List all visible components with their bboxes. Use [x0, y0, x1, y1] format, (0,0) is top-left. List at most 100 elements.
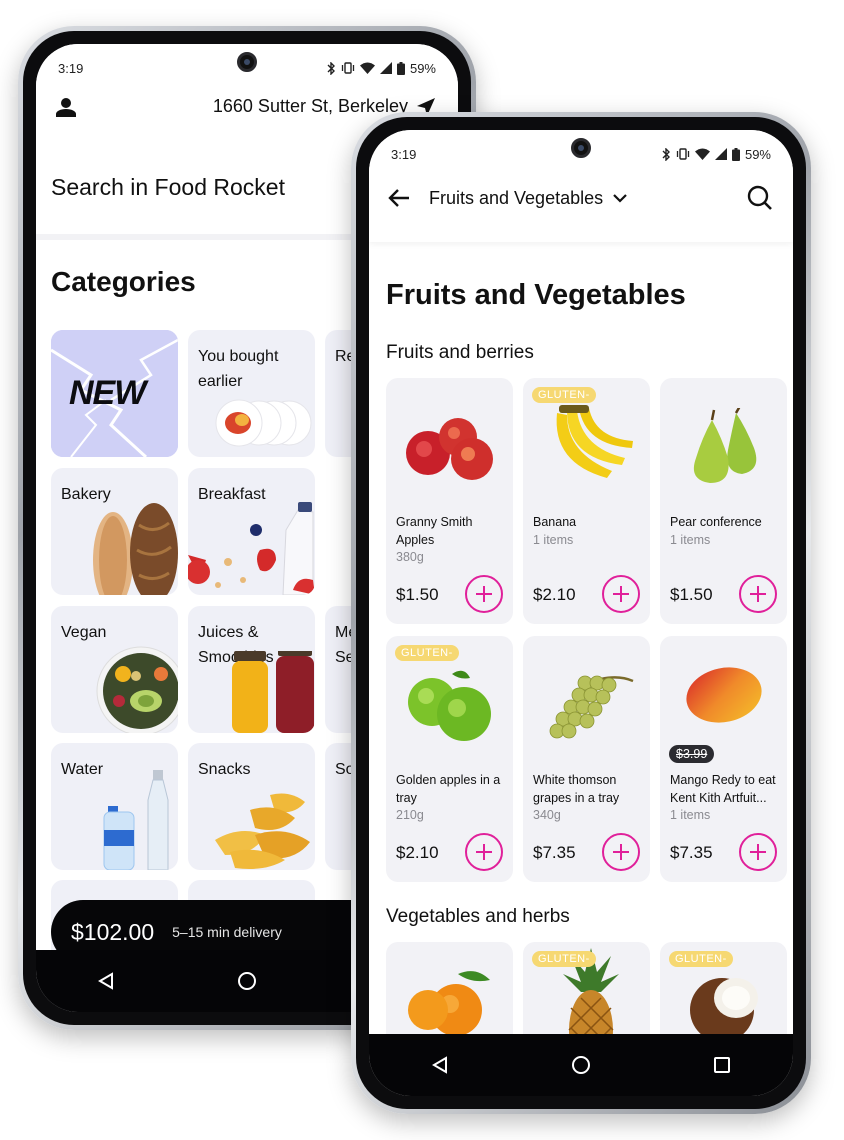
product-card[interactable]: GLUTEN- [523, 942, 650, 1034]
add-to-cart-button[interactable] [739, 575, 777, 613]
toolbar: Fruits and Vegetables [387, 182, 773, 214]
old-price: $3.99 [669, 745, 715, 763]
recents-nav-button[interactable] [708, 1051, 736, 1079]
back-nav-button[interactable] [426, 1051, 454, 1079]
system-nav-bar [369, 1034, 793, 1096]
product-qty: 380g [396, 550, 424, 564]
product-card[interactable]: Granny Smith Apples 380g $1.50 [386, 378, 513, 624]
category-tile-water[interactable]: Water [51, 743, 178, 870]
category-tile-breakfast[interactable]: Breakfast [188, 468, 315, 595]
wifi-icon [694, 148, 710, 160]
product-qty: 1 items [670, 808, 711, 822]
product-card[interactable] [386, 942, 513, 1034]
milk-berries-icon [188, 502, 315, 595]
product-price: $1.50 [670, 585, 713, 604]
category-tile-bought-earlier[interactable]: You bought earlier [188, 330, 315, 457]
category-tile-new[interactable]: NEW [51, 330, 178, 457]
search-icon[interactable] [747, 185, 773, 211]
add-to-cart-button[interactable] [465, 575, 503, 613]
red-apples-icon [405, 418, 493, 480]
signal-icon [379, 62, 392, 74]
product-qty: 210g [396, 808, 424, 822]
plus-icon [613, 844, 629, 860]
product-name: Pear conference [670, 515, 762, 529]
signal-icon [714, 148, 727, 160]
tangerine-icon [408, 971, 490, 1034]
battery-level: 59% [744, 146, 771, 162]
product-card[interactable]: White thomson grapes in a tray 340g $7.35 [523, 636, 650, 882]
apple-plates-icon [215, 399, 312, 447]
product-price: $2.10 [396, 843, 439, 862]
category-tile-vegan[interactable]: Vegan [51, 606, 178, 733]
bluetooth-icon [327, 61, 335, 75]
product-price: $7.35 [670, 843, 713, 862]
home-circle-icon [571, 1056, 590, 1074]
home-nav-button[interactable] [233, 967, 261, 995]
banana-icon [556, 405, 633, 478]
plus-icon [750, 844, 766, 860]
product-price: $2.10 [533, 585, 576, 604]
category-screen: 3:19 59% Fruits and Vegetables Fruits an… [369, 130, 793, 1096]
profile-icon[interactable] [56, 97, 76, 117]
cart-delivery: 5–15 min delivery [172, 924, 282, 940]
category-tile-snacks[interactable]: Snacks [188, 743, 315, 870]
back-triangle-icon [431, 1056, 447, 1074]
product-card[interactable]: $3.99 Mango Redy to eat Kent Kith Artfui… [660, 636, 787, 882]
vibrate-icon [341, 62, 355, 74]
address-row: 1660 Sutter St, Berkeley [56, 96, 436, 117]
camera-icon [237, 52, 257, 72]
category-tile-juices[interactable]: Juices & Smoothies [188, 606, 315, 733]
green-apples-icon [407, 670, 491, 741]
product-name: Mango Redy to eat Kent Kith Artfuit... [670, 773, 776, 805]
categories-title: Categories [51, 266, 196, 297]
category-tile-bakery[interactable]: Bakery [51, 468, 178, 595]
camera-icon [571, 138, 591, 158]
vibrate-icon [676, 148, 690, 160]
chips-icon [215, 793, 310, 869]
product-list: Fruits and Vegetables Fruits and berries… [369, 242, 793, 1034]
add-to-cart-button[interactable] [602, 833, 640, 871]
gluten-free-badge: GLUTEN- [532, 951, 596, 967]
toolbar-title[interactable]: Fruits and Vegetables [429, 188, 603, 209]
bread-icon [93, 503, 178, 595]
product-name: Banana [533, 515, 577, 529]
section-title-vegetables: Vegetables and herbs [386, 906, 570, 927]
category-vegan-label: Vegan [61, 624, 107, 641]
back-arrow-icon[interactable] [387, 188, 411, 208]
product-card[interactable]: GLUTEN- [660, 942, 787, 1034]
category-snacks-label: Snacks [198, 761, 251, 778]
back-nav-button[interactable] [92, 967, 120, 995]
pear-icon [693, 408, 756, 483]
coconut-icon [690, 978, 758, 1034]
category-new-label: NEW [69, 374, 146, 412]
section-title-fruits: Fruits and berries [386, 342, 534, 363]
product-name: Granny Smith Apples [396, 515, 473, 547]
product-qty: 340g [533, 808, 561, 822]
page-title: Fruits and Vegetables [386, 279, 686, 311]
wifi-icon [359, 62, 375, 74]
home-circle-icon [237, 972, 256, 990]
search-field[interactable]: Search in Food Rocket [51, 174, 285, 201]
product-card[interactable]: Pear conference 1 items $1.50 [660, 378, 787, 624]
chevron-down-icon[interactable] [613, 193, 627, 203]
category-bought-earlier-label: You bought earlier [198, 348, 279, 390]
product-card[interactable]: GLUTEN- Golden apples in a tray 210g $2.1… [386, 636, 513, 882]
add-to-cart-button[interactable] [602, 575, 640, 613]
product-price: $7.35 [533, 843, 576, 862]
gluten-free-badge: GLUTEN- [669, 951, 733, 967]
top-bar: 3:19 59% Fruits and Vegetables [369, 130, 793, 242]
bluetooth-icon [662, 147, 670, 161]
product-qty: 1 items [670, 532, 711, 547]
battery-icon [731, 147, 740, 161]
plus-icon [750, 586, 766, 602]
product-card[interactable]: GLUTEN- Banana 1 items $2.10 [523, 378, 650, 624]
juice-bottles-icon [232, 651, 314, 733]
plus-icon [613, 586, 629, 602]
status-time: 3:19 [58, 60, 84, 76]
add-to-cart-button[interactable] [465, 833, 503, 871]
mango-icon [685, 667, 762, 723]
recents-square-icon [714, 1057, 731, 1073]
water-bottles-icon [103, 770, 169, 870]
add-to-cart-button[interactable] [739, 833, 777, 871]
home-nav-button[interactable] [567, 1051, 595, 1079]
